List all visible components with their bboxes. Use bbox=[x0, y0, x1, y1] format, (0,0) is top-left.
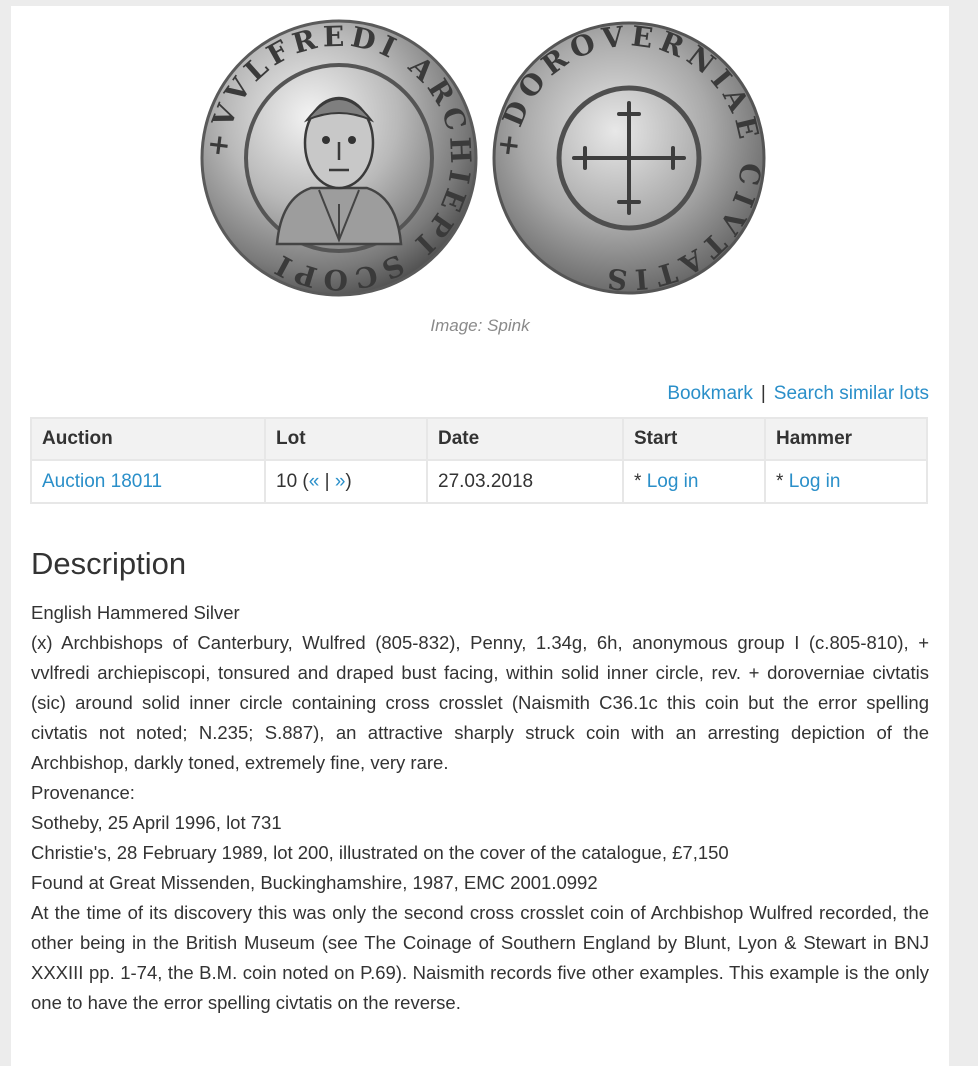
hammer-cell: * Log in bbox=[764, 459, 928, 504]
previous-lot-link[interactable]: « bbox=[309, 471, 320, 492]
column-header-date: Date bbox=[426, 417, 624, 461]
column-header-auction: Auction bbox=[30, 417, 266, 461]
next-lot-link[interactable]: » bbox=[335, 471, 346, 492]
lot-page: +VVLFREDI ARCHIEPI SCOPI +DOROVERNIAE CI… bbox=[11, 6, 949, 1066]
lot-actions: Bookmark | Search similar lots bbox=[667, 383, 929, 405]
description-notes: At the time of its discovery this was on… bbox=[31, 902, 929, 1013]
table-row: Auction 18011 10 (« | ») 27.03.2018 * Lo… bbox=[30, 459, 928, 504]
search-similar-lots-link[interactable]: Search similar lots bbox=[774, 383, 929, 404]
lot-cell: 10 (« | ») bbox=[264, 459, 428, 504]
provenance-label: Provenance: bbox=[31, 782, 135, 803]
coin-image: +VVLFREDI ARCHIEPI SCOPI +DOROVERNIAE CI… bbox=[189, 8, 777, 308]
description-category: English Hammered Silver bbox=[31, 602, 240, 623]
lot-table: Auction Lot Date Start Hammer Auction 18… bbox=[30, 417, 928, 504]
provenance-item: Christie's, 28 February 1989, lot 200, i… bbox=[31, 842, 729, 863]
obverse-coin: +VVLFREDI ARCHIEPI SCOPI bbox=[200, 19, 478, 297]
description-heading: Description bbox=[31, 546, 187, 581]
auction-link[interactable]: Auction 18011 bbox=[42, 471, 162, 492]
start-asterisk: * bbox=[634, 470, 647, 492]
provenance-item: Found at Great Missenden, Buckinghamshir… bbox=[31, 872, 598, 893]
actions-separator: | bbox=[760, 383, 766, 404]
provenance-item: Sotheby, 25 April 1996, lot 731 bbox=[31, 812, 282, 833]
lot-nav-separator: | bbox=[319, 470, 335, 492]
column-header-start: Start bbox=[622, 417, 766, 461]
lot-number: 10 ( bbox=[276, 470, 309, 492]
lot-close-paren: ) bbox=[345, 470, 352, 492]
column-header-hammer: Hammer bbox=[764, 417, 928, 461]
hammer-login-link[interactable]: Log in bbox=[789, 471, 841, 492]
start-login-link[interactable]: Log in bbox=[647, 471, 699, 492]
hammer-asterisk: * bbox=[776, 470, 789, 492]
auction-cell: Auction 18011 bbox=[30, 459, 266, 504]
reverse-coin: +DOROVERNIAE CIVTATIS bbox=[490, 19, 766, 297]
description-body: English Hammered Silver (x) Archbishops … bbox=[31, 598, 929, 1018]
date-cell: 27.03.2018 bbox=[426, 459, 624, 504]
lot-table-header-row: Auction Lot Date Start Hammer bbox=[30, 417, 928, 461]
description-text: (x) Archbishops of Canterbury, Wulfred (… bbox=[31, 632, 929, 773]
start-cell: * Log in bbox=[622, 459, 766, 504]
bookmark-link[interactable]: Bookmark bbox=[667, 383, 753, 404]
image-credit: Image: Spink bbox=[430, 316, 530, 335]
column-header-lot: Lot bbox=[264, 417, 428, 461]
